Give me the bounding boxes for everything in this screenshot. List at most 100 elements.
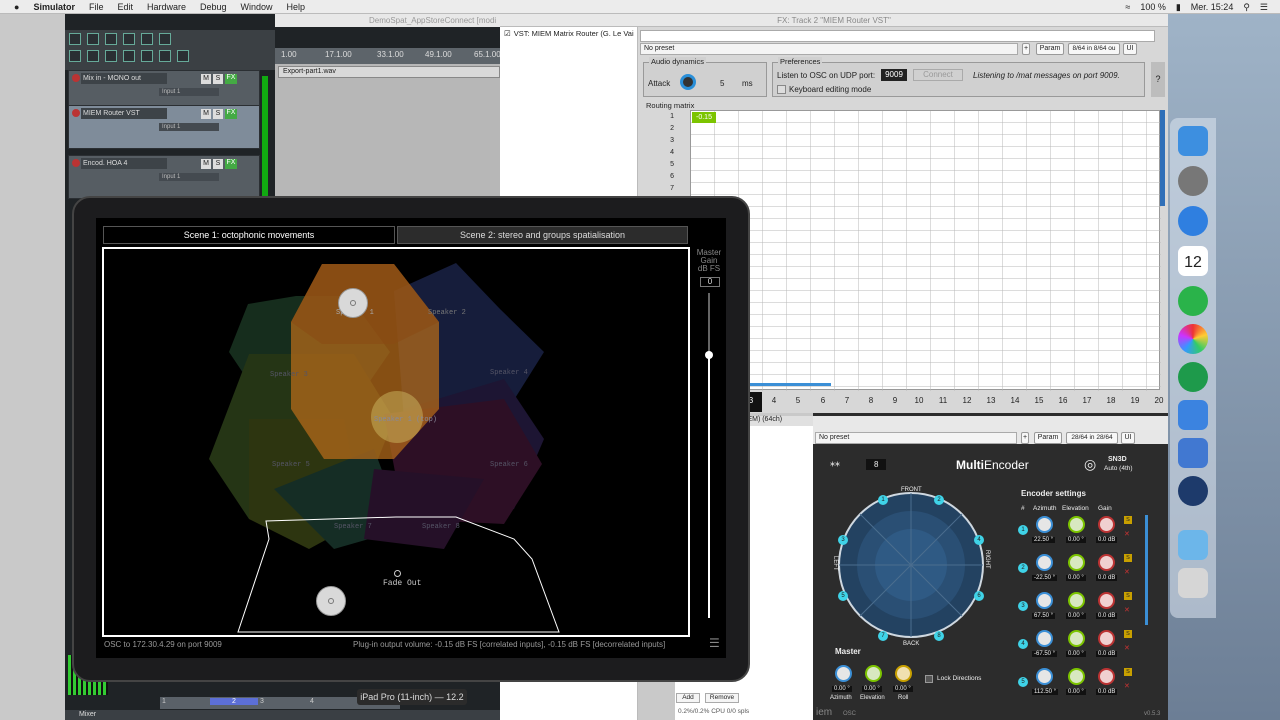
- gain-value[interactable]: 0.0 dB: [1096, 613, 1118, 619]
- azimuth-value[interactable]: 67.50 °: [1032, 613, 1056, 619]
- menu-icon[interactable]: ☰: [709, 636, 720, 650]
- master-azimuth-value[interactable]: 0.00 °: [832, 686, 852, 692]
- fx-button[interactable]: FX: [225, 74, 237, 84]
- keyboard-mode-checkbox[interactable]: [777, 85, 786, 94]
- matrix-scrollbar[interactable]: [1160, 110, 1165, 206]
- input-select[interactable]: Input 1: [159, 88, 219, 96]
- gain-knob[interactable]: [1098, 516, 1115, 533]
- encoder-point[interactable]: 7: [878, 631, 888, 641]
- param-button[interactable]: Param: [1034, 432, 1062, 444]
- tool-icon[interactable]: [159, 50, 171, 62]
- tool-icon[interactable]: [87, 33, 99, 45]
- menu-list-icon[interactable]: ☰: [1260, 2, 1268, 13]
- gain-value[interactable]: 0.0 dB: [1096, 575, 1118, 581]
- azimuth-knob[interactable]: [1036, 554, 1053, 571]
- menu-app[interactable]: Simulator: [33, 2, 75, 12]
- menu-edit[interactable]: Edit: [117, 2, 133, 12]
- gain-knob[interactable]: [1098, 554, 1115, 571]
- ui-button[interactable]: UI: [1123, 43, 1137, 55]
- help-button[interactable]: ?: [1151, 62, 1165, 97]
- tool-icon[interactable]: [69, 33, 81, 45]
- track-name[interactable]: MIEM Router VST: [81, 108, 167, 119]
- gain-value[interactable]: 0.0 dB: [1096, 651, 1118, 657]
- tool-icon[interactable]: [159, 33, 171, 45]
- param-button[interactable]: Param: [1036, 43, 1064, 55]
- battery-label[interactable]: 100 %: [1140, 2, 1166, 12]
- attack-value[interactable]: 5: [720, 79, 724, 88]
- tab-scene-2[interactable]: Scene 2: stereo and groups spatialisatio…: [397, 226, 688, 244]
- timeline-ruler[interactable]: 1.00 17.1.00 33.1.00 49.1.00 65.1.00: [275, 48, 501, 64]
- folder-icon[interactable]: [1178, 530, 1208, 560]
- elevation-knob[interactable]: [1068, 630, 1085, 647]
- mute-button[interactable]: M: [201, 74, 211, 84]
- quicktime-icon[interactable]: [1178, 476, 1208, 506]
- encoder-point[interactable]: 8: [934, 631, 944, 641]
- fx-chain-item[interactable]: ☑ VST: MIEM Matrix Router (G. Le Vai: [504, 29, 634, 38]
- solo-button[interactable]: S: [1124, 668, 1132, 676]
- matrix-cell-active[interactable]: -0.15: [692, 112, 716, 123]
- solo-button[interactable]: S: [1124, 630, 1132, 638]
- xcode-icon[interactable]: [1178, 400, 1208, 430]
- solo-button[interactable]: S: [1124, 516, 1132, 524]
- spatialisation-canvas[interactable]: Speaker 1 Speaker 2 Speaker 3 Speaker 4 …: [102, 247, 690, 637]
- menu-window[interactable]: Window: [241, 2, 273, 12]
- io-button[interactable]: 28/64 in 28/64: [1066, 432, 1118, 444]
- track-name[interactable]: Mix in - MONO out: [81, 73, 167, 84]
- osc-label[interactable]: OSC: [843, 711, 856, 717]
- elevation-value[interactable]: 0.00 °: [1066, 651, 1086, 657]
- remove-fx-button[interactable]: Remove: [705, 693, 739, 703]
- track-3[interactable]: Encod. HOA 4 M S FX Input 1: [68, 155, 260, 199]
- fx-button[interactable]: FX: [225, 109, 237, 119]
- solo-button[interactable]: S: [1124, 554, 1132, 562]
- elevation-knob[interactable]: [1068, 592, 1085, 609]
- routing-matrix-grid[interactable]: -0.15: [690, 110, 1161, 391]
- solo-button[interactable]: S: [213, 74, 223, 84]
- preset-select[interactable]: No preset: [640, 43, 1018, 55]
- tool-icon[interactable]: [123, 50, 135, 62]
- gain-knob[interactable]: [1098, 668, 1115, 685]
- search-icon[interactable]: ⚲: [1243, 2, 1250, 13]
- order-select[interactable]: 8: [866, 459, 887, 470]
- preset-select[interactable]: No preset: [815, 432, 1017, 444]
- wifi-icon[interactable]: ≈: [1125, 2, 1130, 12]
- elevation-knob[interactable]: [1068, 554, 1085, 571]
- master-elevation-value[interactable]: 0.00 °: [862, 686, 882, 692]
- gain-knob[interactable]: [1098, 630, 1115, 647]
- mute-icon[interactable]: ✕: [1124, 530, 1132, 538]
- encoder-point[interactable]: 4: [974, 535, 984, 545]
- azimuth-knob[interactable]: [1036, 630, 1053, 647]
- track-name[interactable]: Encod. HOA 4: [81, 158, 167, 169]
- input-select[interactable]: Input 1: [159, 123, 219, 131]
- preset-add-button[interactable]: +: [1022, 43, 1030, 55]
- record-arm-button[interactable]: [72, 109, 80, 117]
- evernote-icon[interactable]: [1178, 286, 1208, 316]
- calendar-icon[interactable]: 12: [1178, 246, 1208, 276]
- master-azimuth-knob[interactable]: [835, 665, 852, 682]
- azimuth-value[interactable]: -22.50 °: [1032, 575, 1058, 581]
- battery-icon[interactable]: ▮: [1176, 2, 1181, 13]
- master-gain-thumb[interactable]: [705, 350, 713, 359]
- tool-icon[interactable]: [105, 50, 117, 62]
- tool-icon[interactable]: [141, 50, 153, 62]
- arrange-view[interactable]: [275, 64, 500, 198]
- mute-icon[interactable]: ✕: [1124, 606, 1132, 614]
- elevation-knob[interactable]: [1068, 516, 1085, 533]
- azimuth-knob[interactable]: [1036, 668, 1053, 685]
- encoder-point[interactable]: 3: [838, 535, 848, 545]
- safari-icon[interactable]: [1178, 206, 1208, 236]
- apple-icon[interactable]: ●: [14, 2, 19, 12]
- record-arm-button[interactable]: [72, 74, 80, 82]
- trash-icon[interactable]: [1178, 568, 1208, 598]
- tool-icon[interactable]: [87, 50, 99, 62]
- menu-debug[interactable]: Debug: [200, 2, 227, 12]
- attack-knob[interactable]: [680, 74, 696, 90]
- encoder-point[interactable]: 1: [878, 495, 888, 505]
- add-fx-button[interactable]: Add: [676, 693, 700, 703]
- system-preferences-icon[interactable]: [1178, 166, 1208, 196]
- gain-value[interactable]: 0.0 dB: [1096, 689, 1118, 695]
- azimuth-knob[interactable]: [1036, 516, 1053, 533]
- channel-number[interactable]: 2: [210, 698, 258, 705]
- channel-number[interactable]: 1: [162, 698, 166, 705]
- photos-icon[interactable]: [1178, 324, 1208, 354]
- elevation-knob[interactable]: [1068, 668, 1085, 685]
